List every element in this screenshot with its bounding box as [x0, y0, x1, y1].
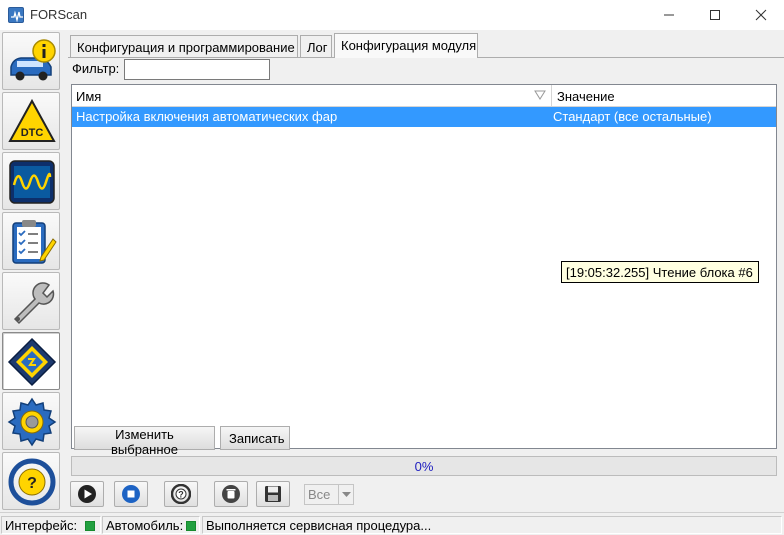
status-message-text: Выполняется сервисная процедура...	[206, 518, 432, 533]
settings-gear-icon	[7, 397, 57, 447]
clear-button[interactable]	[214, 481, 248, 507]
column-header-name[interactable]: Имя	[72, 85, 552, 107]
dtc-icon: DTC	[8, 98, 56, 142]
filter-label: Фильтр:	[72, 61, 120, 76]
sidebar-item-vehicle-info[interactable]	[2, 32, 60, 90]
progress-bar: 0%	[71, 456, 777, 476]
edit-selected-button[interactable]: Изменить выбранное	[74, 426, 215, 457]
status-message: Выполняется сервисная процедура...	[202, 516, 782, 534]
filter-select-value: Все	[308, 487, 331, 502]
save-icon	[265, 486, 281, 502]
tooltip: [19:05:32.255] Чтение блока #6	[561, 261, 759, 283]
help-steering-icon: ?	[8, 458, 56, 506]
row-value-cell: Стандарт (все остальные)	[553, 109, 712, 124]
status-bar: Интерфейс: Автомобиль: Выполняется серви…	[0, 512, 784, 535]
close-button[interactable]	[738, 0, 784, 30]
status-car: Автомобиль:	[102, 516, 200, 534]
filter-select-dropdown[interactable]	[338, 485, 353, 504]
row-name-cell: Настройка включения автоматических фар	[76, 109, 338, 124]
sidebar-item-help[interactable]: ?	[2, 452, 60, 510]
stop-button[interactable]	[114, 481, 148, 507]
help-icon: ?	[171, 484, 191, 504]
car-label: Автомобиль:	[106, 518, 184, 533]
table-row[interactable]: Настройка включения автоматических фар С…	[72, 107, 776, 127]
close-icon	[755, 9, 767, 21]
sidebar-item-settings[interactable]	[2, 392, 60, 450]
title-bar: FORScan	[0, 0, 784, 30]
sidebar-item-service[interactable]	[2, 272, 60, 330]
service-wrench-icon	[13, 282, 55, 325]
sidebar-item-oscilloscope[interactable]	[2, 152, 60, 210]
play-icon	[78, 485, 96, 503]
status-interface: Интерфейс:	[1, 516, 101, 534]
write-button[interactable]: Записать	[220, 426, 290, 450]
oscilloscope-icon	[9, 160, 55, 204]
interface-label: Интерфейс:	[5, 518, 78, 533]
sidebar-item-configuration[interactable]	[2, 332, 60, 390]
tab-module-configuration[interactable]: Конфигурация модуля	[334, 33, 478, 58]
app-icon	[8, 7, 24, 23]
help-button[interactable]: ?	[164, 481, 198, 507]
save-button[interactable]	[256, 481, 290, 507]
interface-status-icon	[85, 521, 95, 531]
car-status-icon	[186, 521, 196, 531]
main-area: Конфигурация и программирование Лог Конф…	[64, 30, 784, 512]
sidebar-item-tests[interactable]	[2, 212, 60, 270]
tab-configuration-programming[interactable]: Конфигурация и программирование	[70, 35, 298, 57]
column-header-name-label: Имя	[76, 89, 102, 104]
minimize-button[interactable]	[646, 0, 692, 30]
progress-text: 0%	[414, 459, 434, 474]
svg-text:DTC: DTC	[21, 127, 44, 139]
svg-text:?: ?	[27, 475, 37, 492]
configuration-chip-icon	[7, 337, 57, 387]
svg-text:?: ?	[178, 490, 184, 500]
messages-filter-select[interactable]: Все	[304, 484, 354, 505]
maximize-icon	[710, 10, 720, 20]
tab-log[interactable]: Лог	[300, 35, 332, 57]
sidebar: DTC ?	[0, 30, 62, 512]
parameters-list: Имя Значение Настройка включения автомат…	[71, 84, 777, 449]
minimize-icon	[664, 14, 674, 16]
list-header: Имя Значение	[72, 85, 776, 107]
stop-icon	[122, 485, 140, 503]
clear-icon	[222, 485, 240, 503]
sidebar-item-dtc[interactable]: DTC	[2, 92, 60, 150]
filter-input[interactable]	[124, 59, 270, 80]
tests-icon	[12, 220, 57, 264]
sort-arrow-icon	[534, 90, 546, 100]
chevron-down-icon	[342, 492, 351, 497]
play-button[interactable]	[70, 481, 104, 507]
window-title: FORScan	[30, 7, 88, 22]
forscan-window: FORScan DTC ? Конфигурация и программиро…	[0, 0, 784, 535]
column-header-value[interactable]: Значение	[553, 85, 776, 107]
vehicle-info-icon	[10, 39, 56, 81]
column-header-value-label: Значение	[557, 89, 615, 104]
maximize-button[interactable]	[692, 0, 738, 30]
